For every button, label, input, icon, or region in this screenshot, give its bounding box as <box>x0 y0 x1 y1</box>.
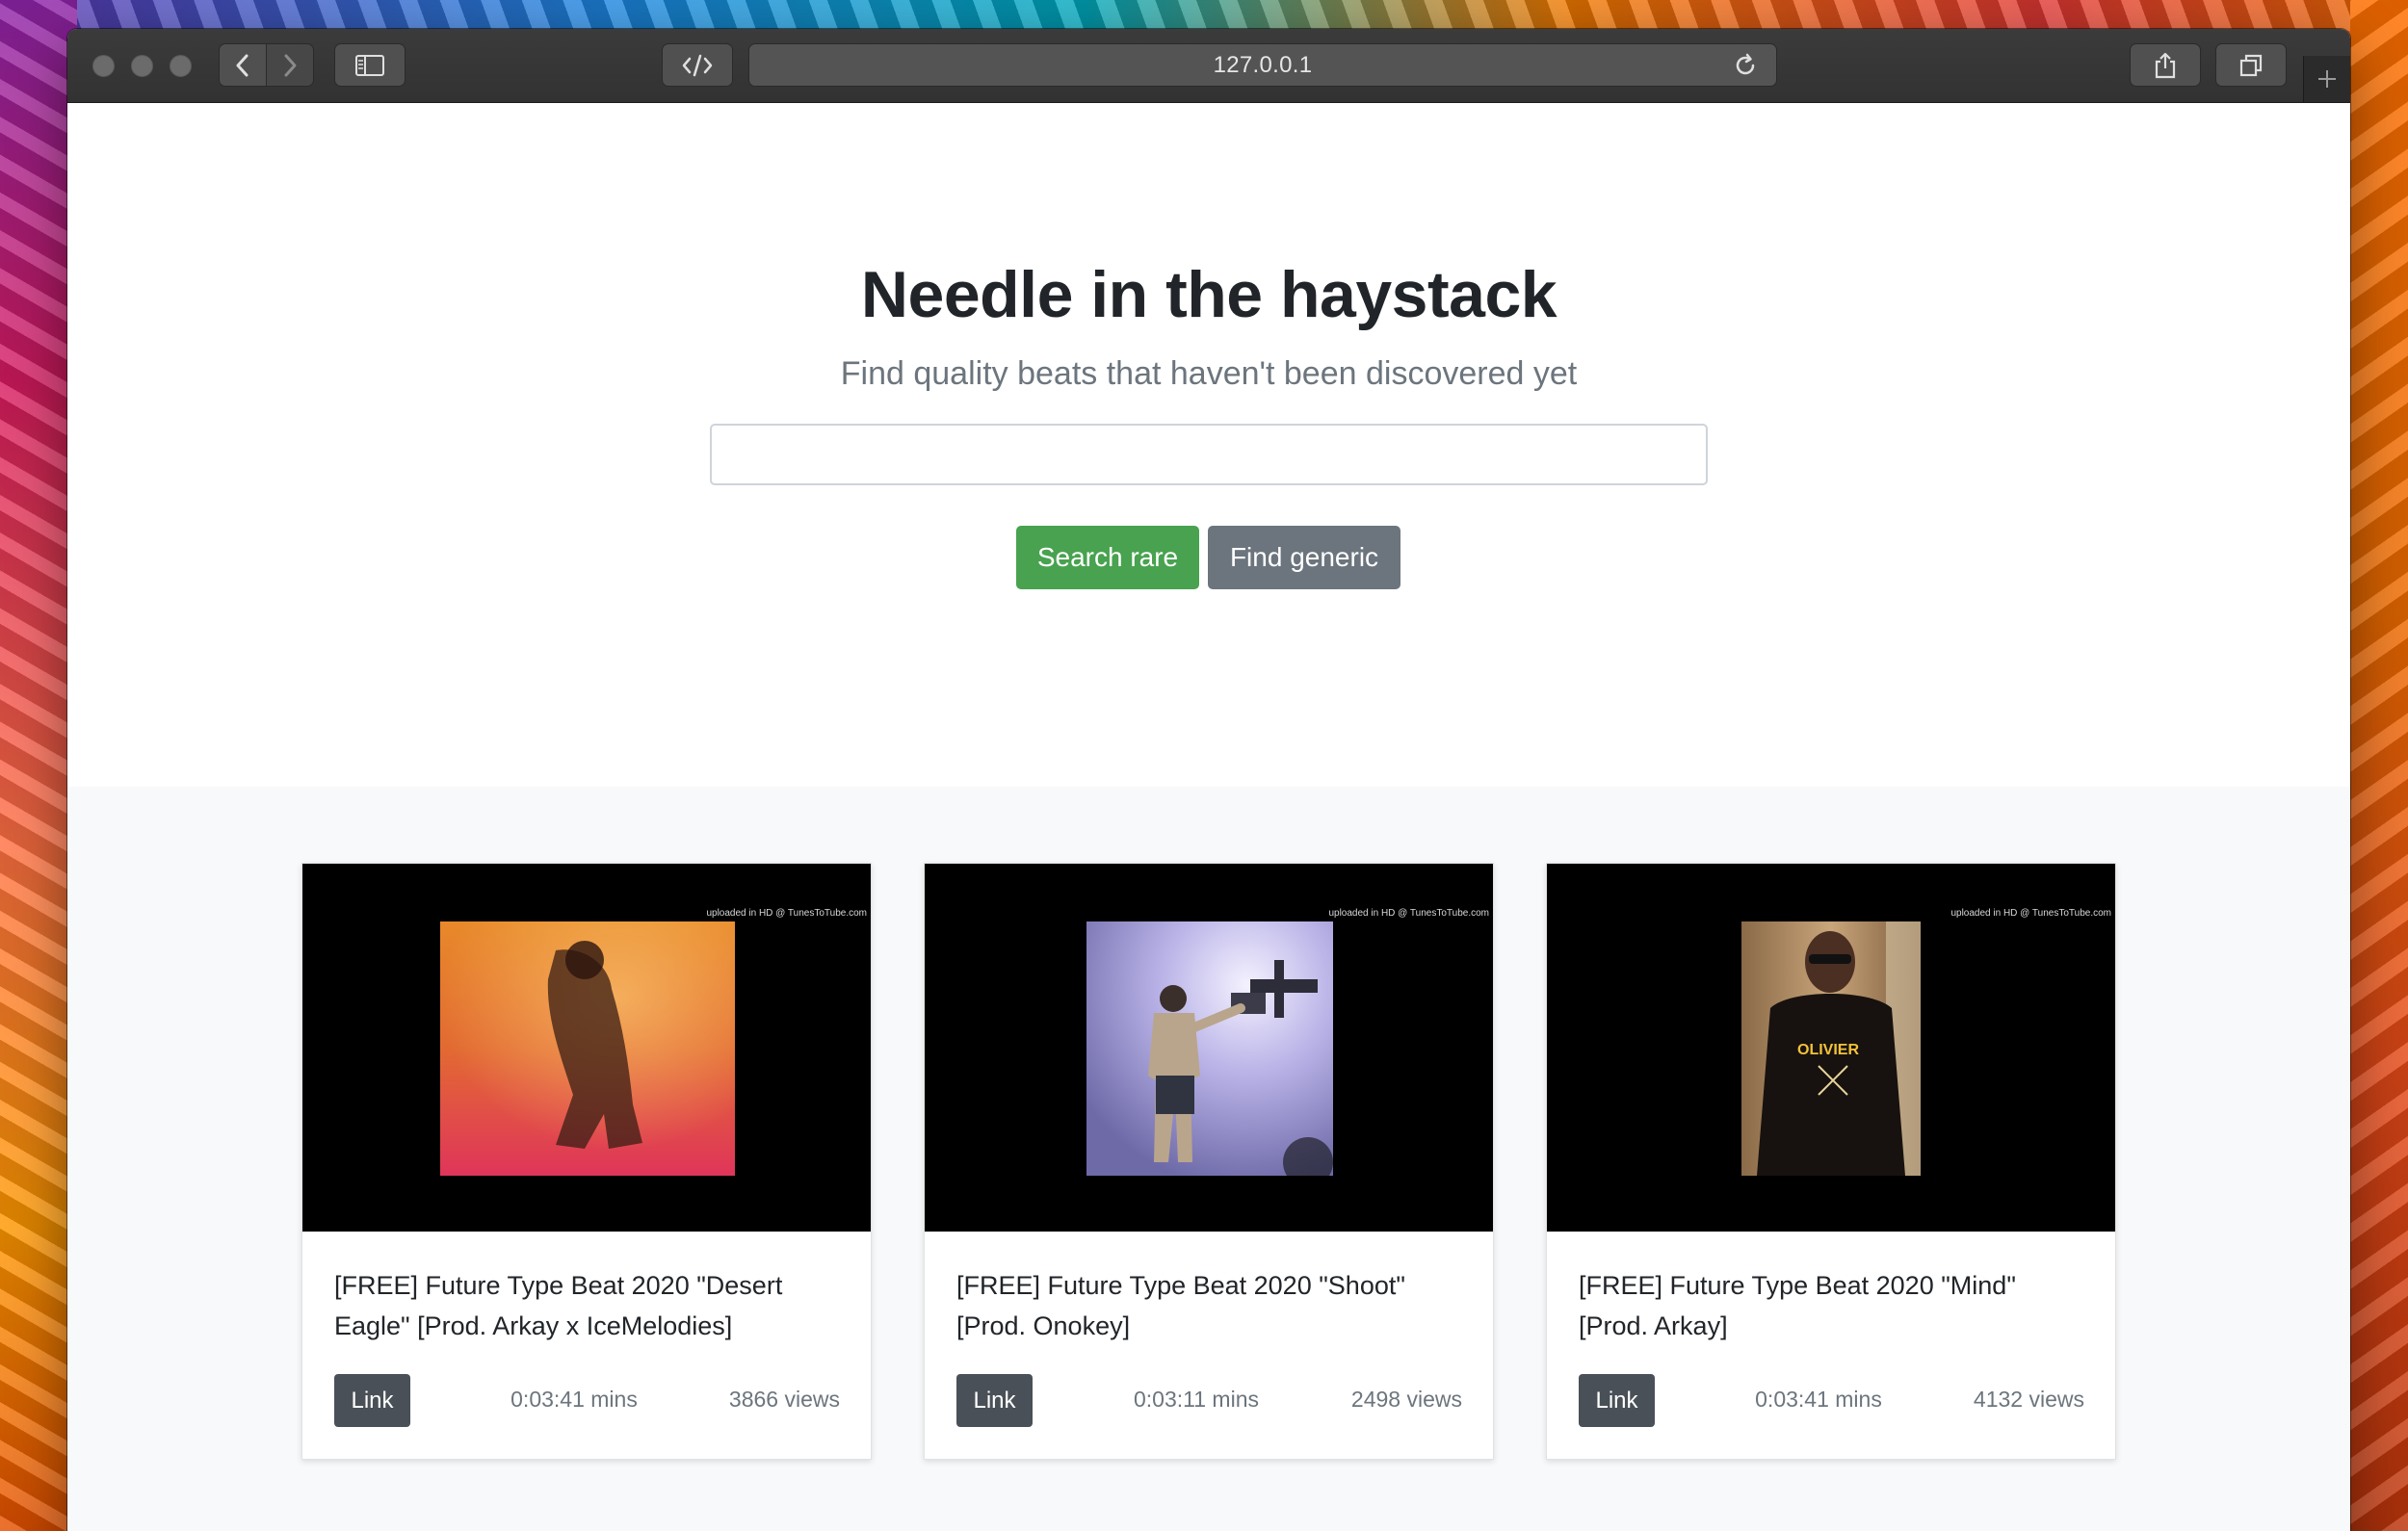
beat-duration: 0:03:41 mins <box>1755 1387 1882 1412</box>
beat-card: uploaded in HD @ TunesToTube.com <box>1546 863 2116 1460</box>
beat-title: [FREE] Future Type Beat 2020 "Mind" [Pro… <box>1579 1271 2016 1340</box>
reload-button[interactable] <box>1732 52 1759 84</box>
beat-views: 3866 views <box>728 1387 840 1412</box>
beat-link-button[interactable]: Link <box>956 1374 1033 1427</box>
sidebar-toggle-button[interactable] <box>334 43 406 87</box>
forward-button[interactable] <box>266 43 314 87</box>
chevron-left-icon <box>236 54 249 76</box>
address-text: 127.0.0.1 <box>1213 51 1313 78</box>
beat-views: 4132 views <box>1973 1387 2084 1412</box>
browser-toolbar: 127.0.0.1 <box>67 29 2350 103</box>
cover-art-image: OLIVIER <box>1741 921 1921 1176</box>
beat-link-button[interactable]: Link <box>334 1374 410 1427</box>
cover-art-image <box>440 921 735 1176</box>
tabs-icon <box>2239 54 2263 76</box>
share-icon <box>2155 52 2176 78</box>
results-gallery: uploaded in HD @ TunesToTube.com [FREE] … <box>67 787 2350 1531</box>
beat-views: 2498 views <box>1350 1387 1462 1412</box>
wallpaper-left <box>0 0 77 1531</box>
video-thumbnail[interactable]: uploaded in HD @ TunesToTube.com <box>302 864 871 1232</box>
thumbnail-watermark: uploaded in HD @ TunesToTube.com <box>1328 908 1489 919</box>
beat-card: uploaded in HD @ TunesToTube.com <box>301 863 872 1460</box>
video-thumbnail[interactable]: uploaded in HD @ TunesToTube.com <box>1547 864 2115 1232</box>
browser-window: 127.0.0.1 Needle in the haystack Find qu… <box>67 29 2350 1531</box>
web-page: Needle in the haystack Find quality beat… <box>67 103 2350 1531</box>
chevron-right-icon <box>284 54 297 76</box>
svg-text:OLIVIER: OLIVIER <box>1797 1042 1859 1058</box>
beat-title: [FREE] Future Type Beat 2020 "Desert Eag… <box>334 1271 783 1340</box>
hero-section: Needle in the haystack Find quality beat… <box>67 103 2350 787</box>
video-thumbnail[interactable]: uploaded in HD @ TunesToTube.com <box>925 864 1493 1232</box>
develop-button[interactable] <box>662 43 733 87</box>
search-input[interactable] <box>710 424 1708 485</box>
plus-icon <box>2318 70 2336 88</box>
back-button[interactable] <box>219 43 267 87</box>
zoom-window-button[interactable] <box>170 55 192 77</box>
beat-link-button[interactable]: Link <box>1579 1374 1655 1427</box>
beat-title: [FREE] Future Type Beat 2020 "Shoot" [Pr… <box>956 1271 1405 1340</box>
page-subtitle: Find quality beats that haven't been dis… <box>840 355 1578 392</box>
sidebar-icon <box>355 54 384 76</box>
tabs-overview-button[interactable] <box>2215 43 2287 87</box>
find-generic-button[interactable]: Find generic <box>1208 526 1400 589</box>
code-icon <box>682 54 713 76</box>
beat-duration: 0:03:41 mins <box>510 1387 638 1412</box>
close-window-button[interactable] <box>92 55 115 77</box>
beat-duration: 0:03:11 mins <box>1134 1387 1259 1412</box>
wallpaper-top <box>0 0 2408 31</box>
cover-art-image <box>1086 921 1333 1176</box>
minimize-window-button[interactable] <box>131 55 153 77</box>
search-rare-button[interactable]: Search rare <box>1016 526 1199 589</box>
new-tab-button[interactable] <box>2303 56 2350 102</box>
beat-card: uploaded in HD @ TunesToTube.com <box>924 863 1494 1460</box>
thumbnail-watermark: uploaded in HD @ TunesToTube.com <box>706 908 867 919</box>
share-button[interactable] <box>2130 43 2201 87</box>
reload-icon <box>1736 53 1755 75</box>
address-bar[interactable]: 127.0.0.1 <box>748 43 1777 87</box>
page-title: Needle in the haystack <box>860 258 1557 331</box>
thumbnail-watermark: uploaded in HD @ TunesToTube.com <box>1950 908 2111 919</box>
wallpaper-right <box>2350 0 2408 1531</box>
